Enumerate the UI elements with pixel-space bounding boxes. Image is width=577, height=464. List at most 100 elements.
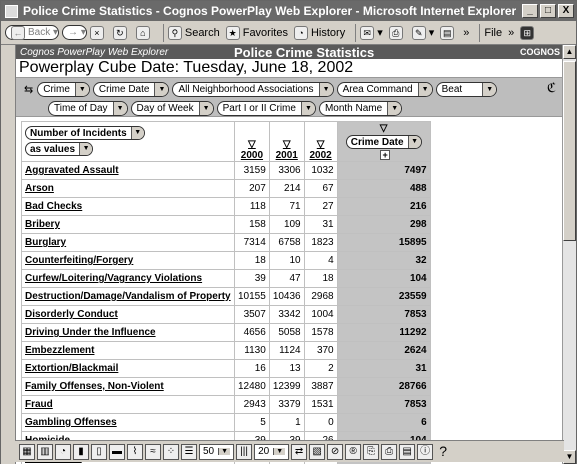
maximize-button[interactable]: □	[540, 4, 556, 18]
row-label[interactable]: Fraud	[21, 395, 235, 414]
minimize-button[interactable]: _	[522, 4, 538, 18]
dim-neighborhood[interactable]: All Neighborhood Associations ▼	[172, 81, 334, 97]
row-label[interactable]: Disorderly Conduct	[21, 305, 235, 324]
dim-part-crime[interactable]: Part I or II Crime ▼	[216, 100, 316, 116]
favorites-button[interactable]: ★ Favorites	[225, 25, 288, 40]
columns-count-select[interactable]: 20 ▼	[254, 443, 290, 460]
row-label[interactable]: Arson	[21, 179, 235, 198]
scroll-thumb[interactable]	[563, 61, 576, 241]
column-header-2000[interactable]: ▽ 2000	[234, 121, 270, 162]
row-label[interactable]: Aggravated Assault	[21, 161, 235, 180]
mail-button[interactable]: ✉ ▾	[360, 25, 383, 40]
chevron-down-icon[interactable]: ▼	[387, 101, 402, 115]
scatter-chart-icon[interactable]: ⁘	[163, 443, 179, 460]
chevron-down-icon[interactable]: ▼	[318, 82, 333, 96]
vertical-scrollbar[interactable]: ▲ ▼	[562, 45, 576, 464]
highlight-exceptions-icon[interactable]: ⊘	[327, 443, 344, 460]
help-icon[interactable]: ?	[435, 444, 451, 460]
chevron-down-icon[interactable]: ▼	[482, 82, 497, 96]
chevron-down-icon[interactable]: ▼	[154, 82, 169, 96]
chevron-down-icon[interactable]: ▼	[218, 448, 231, 455]
column-label[interactable]: 2000	[241, 150, 263, 161]
rows-count-select[interactable]: 50 ▼	[199, 443, 235, 460]
dim-month-name[interactable]: Month Name ▼	[318, 100, 403, 116]
line-chart-icon[interactable]: ⌇	[127, 443, 143, 460]
row-label[interactable]: Destruction/Damage/Vandalism of Property	[21, 287, 235, 306]
stop-button[interactable]: ×	[89, 25, 107, 40]
stacked-bar-icon[interactable]: ▬	[109, 443, 125, 460]
refresh-button[interactable]: ↻	[112, 25, 130, 40]
forward-button[interactable]: → ▾	[62, 25, 87, 40]
row-label[interactable]: Bribery	[21, 215, 235, 234]
row-label[interactable]: Gambling Offenses	[21, 413, 235, 432]
row-label[interactable]: Counterfeiting/Forgery	[21, 251, 235, 270]
bookmark-icon[interactable]: ⎘	[363, 443, 380, 460]
expand-plus-icon[interactable]: +	[380, 150, 391, 160]
measure-selector[interactable]: Number of Incidents ▼	[25, 126, 145, 140]
display-mode-selector[interactable]: as values ▼	[25, 142, 94, 156]
crosstab-display-icon[interactable]: ▦	[19, 443, 35, 460]
column-label[interactable]: 2002	[310, 150, 332, 161]
edit-button[interactable]: ✎ ▾	[411, 25, 434, 40]
sort-triangle-icon[interactable]: ▽	[341, 123, 427, 134]
column-label[interactable]: 2001	[276, 150, 298, 161]
dim-beat[interactable]: Beat ▼	[435, 81, 498, 97]
chevron-down-icon[interactable]: ▼	[130, 127, 144, 139]
discuss-button[interactable]: ▤	[440, 25, 457, 40]
back-button[interactable]: ← Back ▾	[5, 25, 60, 40]
row-label[interactable]: Bad Checks	[21, 197, 235, 216]
hide-show-icon[interactable]: ▧	[309, 443, 326, 460]
row-label[interactable]: Curfew/Loitering/Vagrancy Violations	[21, 269, 235, 288]
dim-time-of-day[interactable]: Time of Day ▼	[48, 100, 128, 116]
simple-bar-icon[interactable]: ▮	[73, 443, 89, 460]
rank-icon[interactable]: ®	[345, 443, 362, 460]
chevron-down-icon[interactable]: ▼	[74, 82, 89, 96]
indented-crosstab-icon[interactable]: ▥	[37, 443, 53, 460]
home-button[interactable]: ⌂	[135, 25, 153, 40]
chevron-down-icon[interactable]: ▼	[112, 101, 127, 115]
column-header-2002[interactable]: ▽ 2002	[303, 121, 338, 162]
row-label[interactable]: Family Offenses, Non-Violent	[21, 377, 235, 396]
row-label[interactable]: Extortion/Blackmail	[21, 359, 235, 378]
search-button[interactable]: ⚲ Search	[167, 25, 220, 40]
export-csv-icon[interactable]: ▤	[399, 443, 416, 460]
toolbar-chevron[interactable]: »	[463, 27, 469, 39]
multiline-chart-icon[interactable]: ≈	[145, 443, 161, 460]
scroll-down-icon[interactable]: ▼	[563, 450, 576, 464]
row-label[interactable]: Embezzlement	[21, 341, 235, 360]
scroll-up-icon[interactable]: ▲	[563, 45, 576, 59]
swap-rows-columns-icon[interactable]: ⇆	[24, 83, 33, 96]
close-button[interactable]: X	[558, 4, 574, 18]
history-button[interactable]: ◔ History	[293, 25, 345, 40]
chevron-down-icon[interactable]: ▼	[198, 101, 213, 115]
clustered-bar-icon[interactable]: ▯	[91, 443, 107, 460]
dim-area-command[interactable]: Area Command ▼	[336, 81, 433, 97]
table-row: Driving Under the Influence 4656 5058 1578 1…	[21, 323, 431, 342]
row-label[interactable]: Driving Under the Influence	[21, 323, 235, 342]
sort-triangle-icon[interactable]: ▽	[238, 139, 266, 150]
chevron-down-icon[interactable]: ▼	[79, 143, 93, 155]
print-button[interactable]: ⎙	[388, 25, 406, 40]
swap-icon[interactable]: ⇄	[291, 443, 308, 460]
export-pdf-icon[interactable]: ⎙	[381, 443, 398, 460]
chevron-down-icon[interactable]: ▼	[417, 82, 432, 96]
column-header-2001[interactable]: ▽ 2001	[268, 121, 305, 162]
sort-triangle-icon[interactable]: ▽	[308, 139, 334, 150]
pie-chart-icon[interactable]: ◔	[55, 443, 71, 460]
menu-chevron[interactable]: »	[508, 27, 514, 39]
dim-crime-date[interactable]: Crime Date ▼	[92, 81, 170, 97]
chevron-down-icon[interactable]: ▼	[407, 136, 421, 148]
chevron-down-icon[interactable]: ▼	[273, 448, 286, 455]
crime-date-selector[interactable]: Crime Date ▼	[345, 135, 422, 149]
info-icon[interactable]: ⓘ	[417, 443, 434, 460]
dim-crime[interactable]: Crime ▼	[37, 81, 90, 97]
chevron-down-icon[interactable]: ▼	[300, 101, 315, 115]
dim-day-of-week[interactable]: Day of Week ▼	[130, 100, 214, 116]
value-cell: 6758	[268, 233, 305, 252]
rows-icon[interactable]: ☰	[181, 443, 197, 460]
row-label[interactable]: Burglary	[21, 233, 235, 252]
columns-icon[interactable]: |||	[236, 443, 253, 460]
hide-dimension-bar-icon[interactable]: ℭ	[547, 80, 556, 96]
file-menu[interactable]: File	[484, 27, 502, 39]
sort-triangle-icon[interactable]: ▽	[273, 139, 301, 150]
